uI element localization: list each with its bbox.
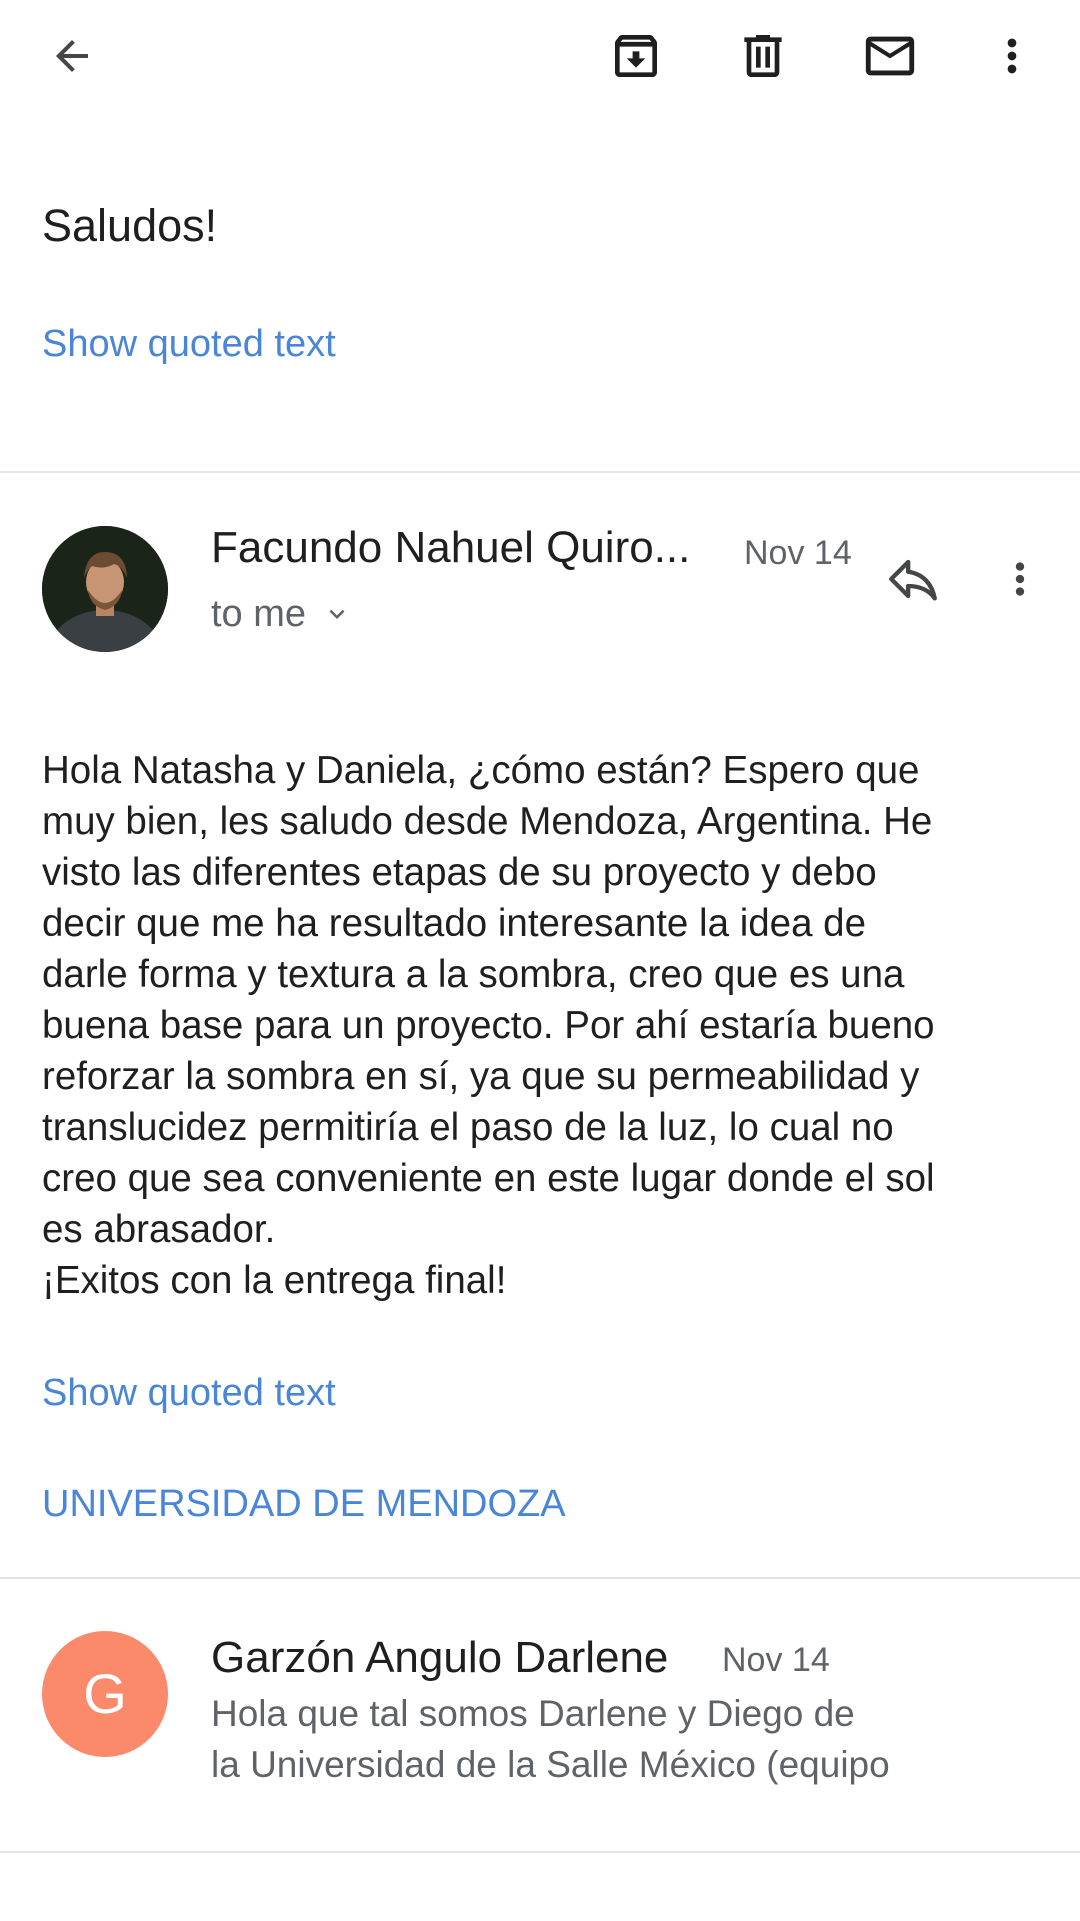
message-body: Hola Natasha y Daniela, ¿cómo están? Esp…	[42, 749, 935, 1302]
delete-button[interactable]	[731, 24, 795, 88]
sender-avatar-letter[interactable]: G	[42, 1631, 168, 1757]
reply-button[interactable]	[880, 548, 946, 610]
message-divider	[0, 1577, 1080, 1579]
collapsed-message-snippet: Hola que tal somos Darlene y Diego de la…	[211, 1693, 890, 1785]
archive-icon	[615, 35, 657, 77]
top-app-bar	[0, 0, 1080, 112]
signature-link[interactable]: UNIVERSIDAD DE MENDOZA	[42, 1480, 566, 1528]
reply-icon	[889, 559, 937, 601]
recipient-label: to me	[211, 593, 307, 635]
message-more-button[interactable]	[995, 548, 1045, 610]
more-vert-icon	[1015, 562, 1025, 596]
back-button[interactable]	[40, 24, 104, 88]
sender-name: Facundo Nahuel Quiro...	[211, 523, 691, 572]
show-quoted-text-link[interactable]: Show quoted text	[42, 320, 336, 368]
show-quoted-text-link[interactable]: Show quoted text	[42, 1369, 336, 1417]
mark-unread-button[interactable]	[858, 24, 922, 88]
trash-icon	[744, 35, 782, 77]
person-photo-icon	[42, 526, 168, 652]
recipient-details-toggle[interactable]: to me	[211, 590, 352, 638]
more-vert-icon	[1007, 38, 1017, 74]
message-date: Nov 14	[744, 534, 852, 572]
archive-button[interactable]	[604, 24, 668, 88]
chevron-down-icon	[322, 599, 352, 629]
collapsed-message-date: Nov 14	[722, 1641, 830, 1679]
arrow-left-icon	[56, 40, 88, 72]
message-divider	[0, 1851, 1080, 1853]
mail-icon	[865, 36, 915, 76]
previous-message-body: Saludos!	[42, 200, 218, 251]
sender-avatar[interactable]	[42, 526, 168, 652]
message-divider	[0, 471, 1080, 473]
more-options-button[interactable]	[980, 24, 1044, 88]
collapsed-sender-name: Garzón Angulo Darlene	[211, 1633, 669, 1682]
